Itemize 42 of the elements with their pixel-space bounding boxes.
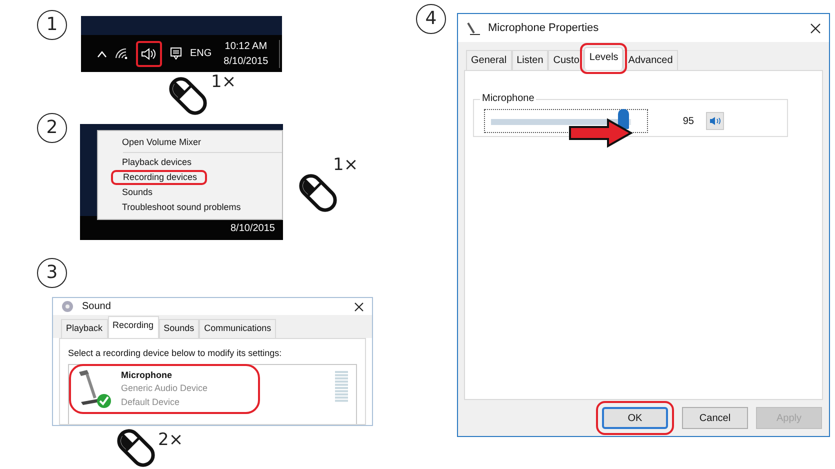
click-count: 1× (211, 71, 236, 94)
device-status: Default Device (121, 396, 181, 409)
step-number: 2 (37, 113, 67, 143)
clock-time[interactable]: 10:12 AM (224, 38, 268, 54)
message-icon[interactable] (170, 47, 182, 60)
pointer-arrow (568, 118, 634, 148)
level-meter-icon (335, 371, 348, 403)
slider-thumb[interactable] (618, 109, 629, 129)
menu-item[interactable]: Recording devices (111, 170, 208, 185)
tab[interactable]: Advanced (623, 50, 678, 70)
step-number: 3 (37, 258, 67, 288)
click-count: 2× (158, 429, 184, 452)
clock-date[interactable]: 8/10/2015 (224, 54, 268, 68)
device-description: Generic Audio Device (121, 382, 208, 396)
close-icon[interactable] (354, 302, 364, 312)
menu-item[interactable]: Sounds (111, 185, 162, 200)
volume-reading: 95 (682, 114, 694, 128)
mute-button[interactable] (706, 112, 724, 130)
device-name: Microphone (121, 368, 173, 382)
window-title: Sound (82, 300, 111, 314)
wifi-icon[interactable] (115, 48, 128, 59)
menu-item[interactable]: Troubleshoot sound problems (111, 200, 250, 215)
menu-item[interactable]: Open Volume Mixer (111, 135, 210, 150)
group-label: Microphone (480, 93, 536, 105)
tab[interactable]: Playback (61, 319, 108, 338)
tab[interactable]: Custo (548, 50, 584, 70)
clock-date[interactable]: 8/10/2015 (230, 221, 275, 236)
tab[interactable]: Sounds (158, 319, 200, 338)
window-title: Microphone Properties (488, 20, 599, 36)
step-number: 4 (416, 4, 446, 34)
menu-item[interactable]: Playback devices (111, 155, 201, 170)
click-count: 1× (333, 154, 358, 177)
instruction-text: Select a recording device below to modify its settings: (68, 346, 283, 360)
dialog-button[interactable]: Cancel (682, 407, 748, 429)
tab[interactable]: Communications (199, 319, 276, 338)
step-number: 1 (37, 10, 67, 40)
tab[interactable]: Listen (512, 50, 548, 70)
close-icon[interactable] (810, 22, 821, 34)
tab[interactable]: General (466, 50, 512, 70)
chevron-up-icon[interactable] (97, 50, 107, 58)
language-indicator[interactable]: ENG (190, 46, 212, 61)
tab[interactable]: Recording (108, 316, 159, 338)
